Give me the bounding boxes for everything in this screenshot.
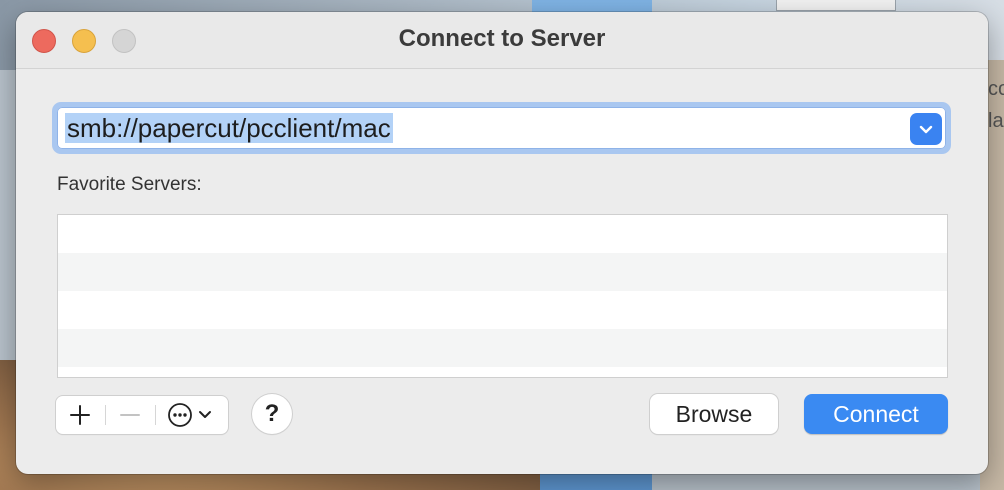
chevron-down-icon bbox=[919, 125, 933, 134]
background-text: la bbox=[988, 110, 1004, 132]
plus-icon bbox=[70, 405, 90, 425]
more-actions-button[interactable] bbox=[156, 396, 228, 434]
browse-button[interactable]: Browse bbox=[650, 394, 778, 434]
recent-servers-dropdown-button[interactable] bbox=[910, 113, 942, 145]
add-favorite-button[interactable] bbox=[56, 396, 104, 434]
favorite-servers-list[interactable] bbox=[57, 214, 948, 378]
window-title: Connect to Server bbox=[398, 25, 606, 52]
ellipsis-circle-icon bbox=[168, 403, 211, 427]
background-text: co bbox=[988, 78, 1004, 100]
favorites-toolbar bbox=[56, 396, 228, 434]
connect-button[interactable]: Connect bbox=[804, 394, 948, 434]
help-button[interactable]: ? bbox=[252, 394, 292, 434]
list-row[interactable] bbox=[58, 215, 947, 253]
list-row[interactable] bbox=[58, 291, 947, 329]
connect-to-server-window: Connect to Server smb://papercut/pcclien… bbox=[16, 12, 988, 474]
favorite-servers-label: Favorite Servers: bbox=[57, 174, 202, 195]
background-thumbnail bbox=[776, 0, 896, 11]
server-address-field[interactable]: smb://papercut/pcclient/mac bbox=[57, 107, 946, 149]
title-bar: Connect to Server bbox=[16, 12, 988, 69]
remove-favorite-button[interactable] bbox=[106, 396, 154, 434]
server-address-text[interactable]: smb://papercut/pcclient/mac bbox=[65, 113, 393, 143]
question-mark-icon: ? bbox=[264, 400, 280, 427]
list-row[interactable] bbox=[58, 329, 947, 367]
list-row[interactable] bbox=[58, 253, 947, 291]
minus-icon bbox=[120, 414, 140, 416]
